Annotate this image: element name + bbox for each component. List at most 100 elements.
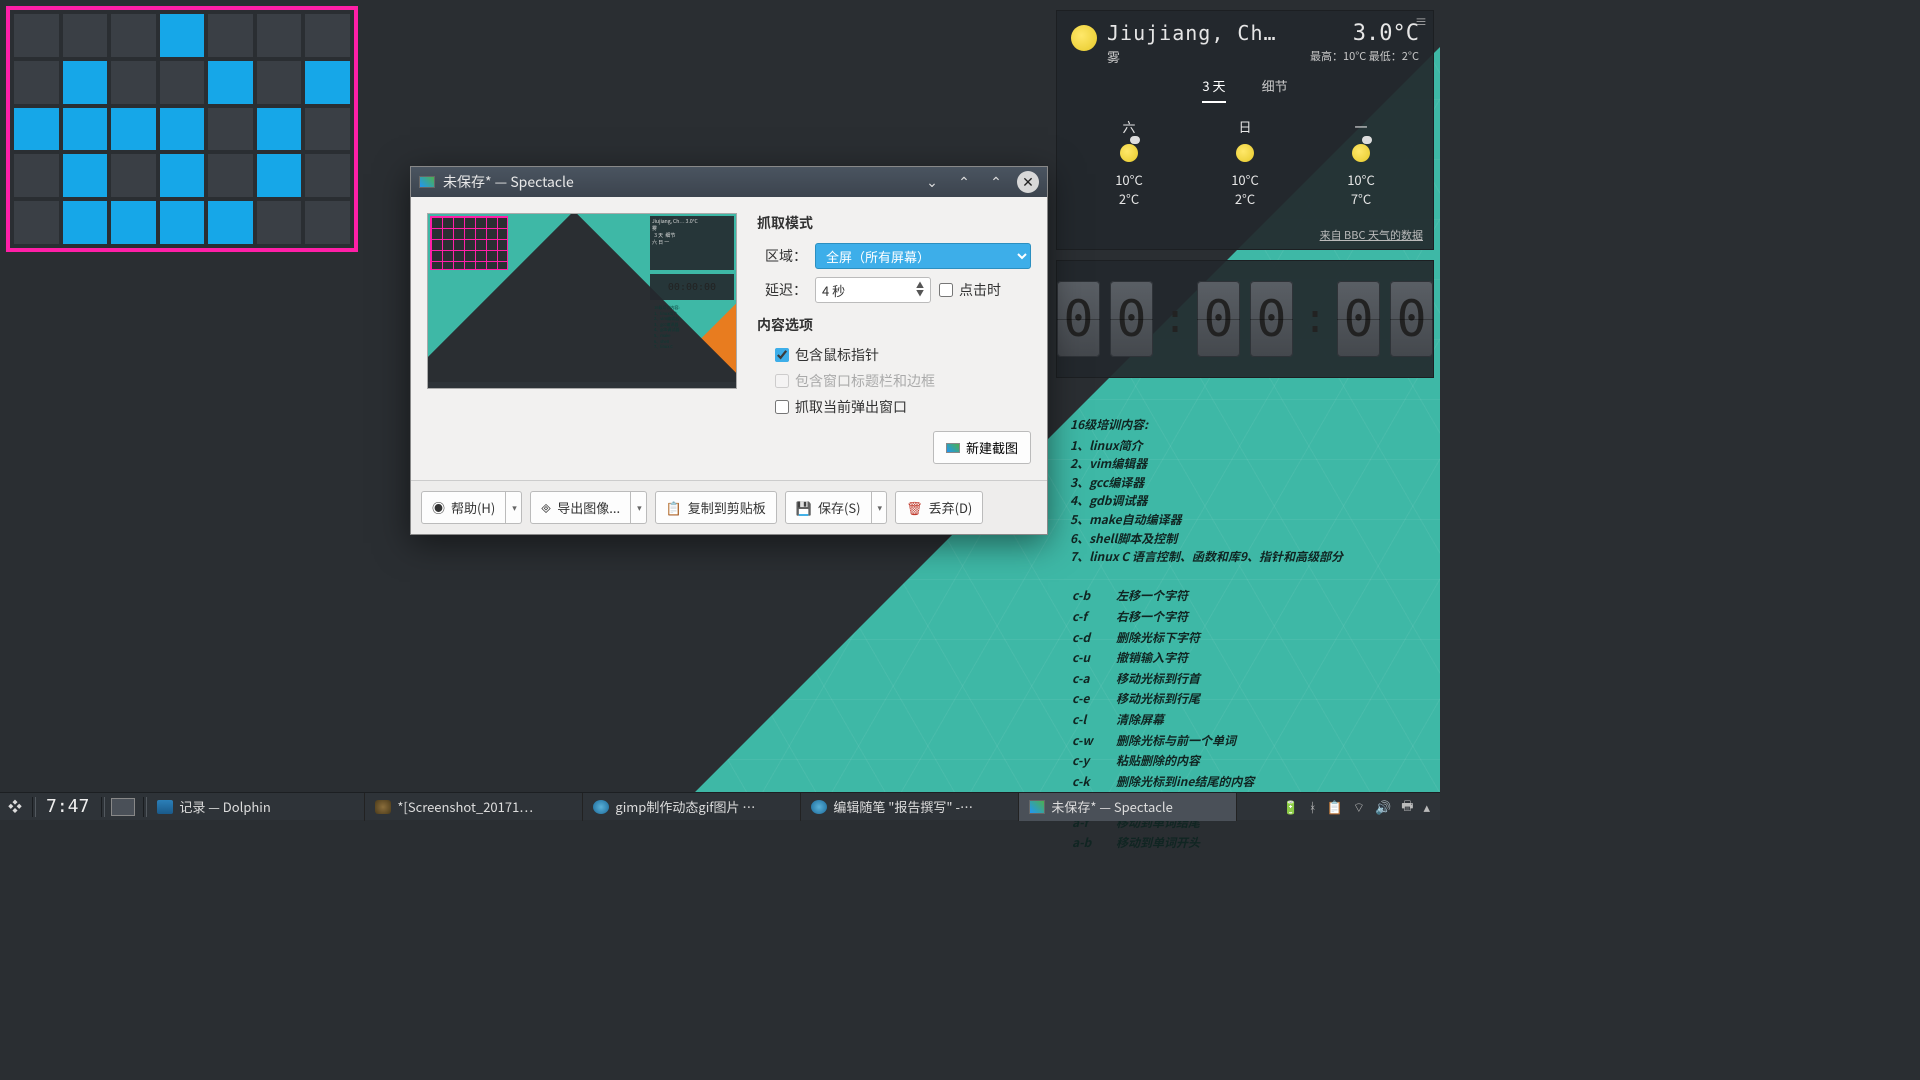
taskbar-task[interactable]: *[Screenshot_20171… xyxy=(365,793,583,821)
grid-cell[interactable] xyxy=(111,61,156,104)
grid-cell[interactable] xyxy=(305,154,350,197)
start-menu-icon[interactable]: ❖ xyxy=(0,793,30,821)
spectacle-window[interactable]: 未保存* — Spectacle ⌄ ⌃ ⌃ ✕ Jiujiang, Ch… 3… xyxy=(410,166,1048,535)
grid-cell[interactable] xyxy=(305,201,350,244)
notes-item: 2、vim编辑器 xyxy=(1070,455,1430,474)
dolphin-icon xyxy=(157,800,173,814)
notes-item: 4、gdb调试器 xyxy=(1070,492,1430,511)
taskbar[interactable]: ❖ 7:47 记录 — Dolphin *[Screenshot_20171…gi… xyxy=(0,792,1440,820)
grid-cell[interactable] xyxy=(111,154,156,197)
grid-cell[interactable] xyxy=(14,201,59,244)
chevron-up-down-icon[interactable]: ▲▼ xyxy=(916,282,924,298)
battery-icon[interactable]: 🔋 xyxy=(1283,797,1299,816)
area-label: 区域： xyxy=(757,246,807,266)
grid-cell[interactable] xyxy=(257,154,302,197)
include-pointer-checkbox[interactable] xyxy=(775,348,789,362)
task-label: 未保存* — Spectacle xyxy=(1051,797,1172,816)
grid-cell[interactable] xyxy=(111,108,156,151)
timer-digit: 0 xyxy=(1390,281,1433,357)
grid-cell[interactable] xyxy=(63,201,108,244)
desktop-pager[interactable] xyxy=(111,798,135,816)
system-tray[interactable]: 🔋 ᚼ 📋 ⌔ 🔊 🖶 ▴ xyxy=(1273,795,1440,819)
notes-item: 7、linux C 语言控制、函数和库9、指针和高级部分 xyxy=(1070,548,1430,567)
hamburger-icon[interactable]: ≡ xyxy=(1415,13,1427,30)
help-button[interactable]: ◉ 帮助(H) xyxy=(421,491,506,524)
weather-source-link[interactable]: 来自 BBC 天气的数据 xyxy=(1320,227,1423,243)
grid-cell[interactable] xyxy=(160,61,205,104)
minimize-icon[interactable]: ⌄ xyxy=(921,171,943,193)
pixel-grid-widget[interactable] xyxy=(6,6,358,252)
taskbar-task[interactable]: 未保存* — Spectacle xyxy=(1019,793,1237,821)
capture-mode-heading: 抓取模式 xyxy=(757,213,1031,233)
grid-cell[interactable] xyxy=(14,14,59,57)
restore-down-icon[interactable]: ⌃ xyxy=(953,171,975,193)
grid-cell[interactable] xyxy=(208,14,253,57)
delay-spinner[interactable]: 4 秒 ▲▼ xyxy=(815,277,931,303)
tray-expand-icon[interactable]: ▴ xyxy=(1423,797,1430,816)
taskbar-task[interactable]: 编辑随笔 "报告撰写" -… xyxy=(801,793,1019,821)
notes-item: 6、shell脚本及控制 xyxy=(1070,530,1430,549)
timer-widget[interactable]: 0 0 : 0 0 : 0 0 xyxy=(1056,260,1434,378)
grid-cell[interactable] xyxy=(63,61,108,104)
close-icon[interactable]: ✕ xyxy=(1017,171,1039,193)
grid-cell[interactable] xyxy=(160,154,205,197)
grid-cell[interactable] xyxy=(160,108,205,151)
copy-button[interactable]: 📋 复制到剪贴板 xyxy=(655,491,777,524)
notes-item: 5、make自动编译器 xyxy=(1070,511,1430,530)
on-click-label: 点击时 xyxy=(959,280,1001,300)
volume-icon[interactable]: 🔊 xyxy=(1375,797,1391,816)
grid-cell[interactable] xyxy=(63,14,108,57)
help-dropdown[interactable]: ▾ xyxy=(506,491,522,524)
grid-cell[interactable] xyxy=(208,154,253,197)
grid-cell[interactable] xyxy=(63,108,108,151)
save-dropdown[interactable]: ▾ xyxy=(872,491,888,524)
grid-cell[interactable] xyxy=(257,61,302,104)
maximize-icon[interactable]: ⌃ xyxy=(985,171,1007,193)
grid-cell[interactable] xyxy=(208,201,253,244)
bluetooth-icon[interactable]: ᚼ xyxy=(1309,797,1317,816)
discard-button[interactable]: 🗑 丢弃(D) xyxy=(895,491,983,524)
task-label: 记录 — Dolphin xyxy=(179,797,270,816)
on-click-checkbox[interactable] xyxy=(939,283,953,297)
grid-cell[interactable] xyxy=(160,201,205,244)
taskbar-task[interactable]: 记录 — Dolphin xyxy=(147,793,365,821)
tab-three-day[interactable]: 3 天 xyxy=(1202,76,1225,103)
wifi-icon[interactable]: ⌔ xyxy=(1353,797,1365,816)
grid-cell[interactable] xyxy=(208,108,253,151)
taskbar-task[interactable]: gimp制作动态gif图片 … xyxy=(583,793,801,821)
printer-icon[interactable]: 🖶 xyxy=(1401,795,1413,819)
tab-details[interactable]: 细节 xyxy=(1262,76,1288,103)
weather-temp: 3.0°C xyxy=(1310,21,1419,46)
grid-cell[interactable] xyxy=(257,108,302,151)
save-button[interactable]: 💾 保存(S) xyxy=(785,491,872,524)
grid-cell[interactable] xyxy=(257,14,302,57)
task-label: 编辑随笔 "报告撰写" -… xyxy=(833,797,973,816)
notes-item: 3、gcc编译器 xyxy=(1070,474,1430,493)
export-button[interactable]: 🞜 导出图像... xyxy=(530,491,631,524)
keybind-row: c-u撤销输入字符 xyxy=(1072,649,1267,668)
weather-condition: 雾 xyxy=(1107,47,1277,66)
grid-cell[interactable] xyxy=(305,61,350,104)
area-select[interactable]: 全屏（所有屏幕） xyxy=(815,243,1031,269)
grid-cell[interactable] xyxy=(111,14,156,57)
weather-widget[interactable]: ≡ Jiujiang, Ch… 雾 3.0°C 最高：10°C 最低：2°C 3… xyxy=(1056,10,1434,250)
grid-cell[interactable] xyxy=(160,14,205,57)
taskbar-clock[interactable]: 7:47 xyxy=(36,796,99,817)
export-dropdown[interactable]: ▾ xyxy=(631,491,647,524)
grid-cell[interactable] xyxy=(111,201,156,244)
new-screenshot-button[interactable]: 新建截图 xyxy=(933,431,1031,464)
grid-cell[interactable] xyxy=(305,14,350,57)
grid-cell[interactable] xyxy=(305,108,350,151)
grid-cell[interactable] xyxy=(63,154,108,197)
grid-cell[interactable] xyxy=(14,154,59,197)
grid-cell[interactable] xyxy=(14,108,59,151)
clipboard-tray-icon[interactable]: 📋 xyxy=(1327,797,1343,816)
spectacle-new-icon xyxy=(946,443,960,453)
notes-item: 1、linux简介 xyxy=(1070,437,1430,456)
capture-popup-checkbox[interactable] xyxy=(775,400,789,414)
window-titlebar[interactable]: 未保存* — Spectacle ⌄ ⌃ ⌃ ✕ xyxy=(411,167,1047,197)
weather-city: Jiujiang, Ch… xyxy=(1107,21,1277,45)
grid-cell[interactable] xyxy=(257,201,302,244)
grid-cell[interactable] xyxy=(14,61,59,104)
grid-cell[interactable] xyxy=(208,61,253,104)
